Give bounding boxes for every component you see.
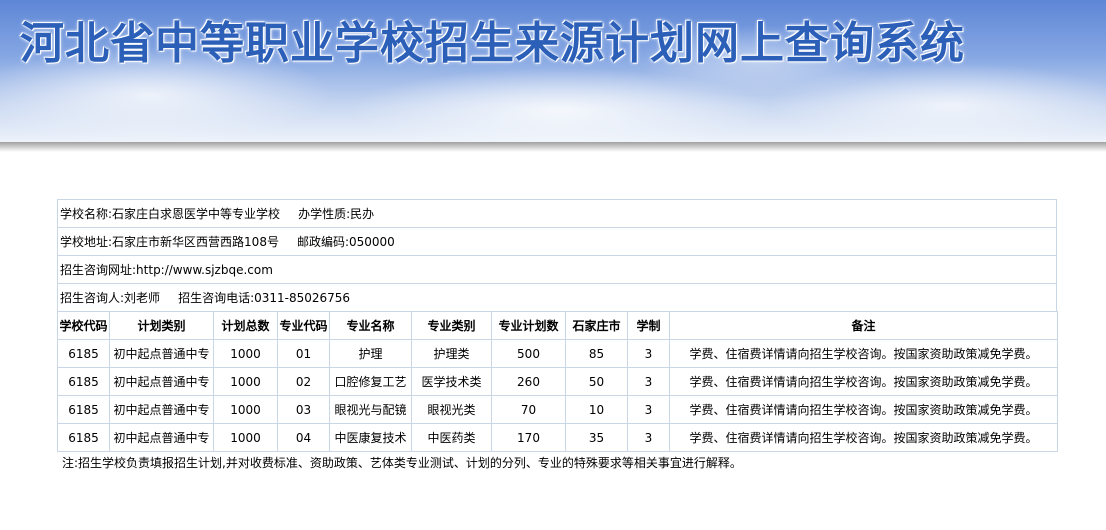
table-row: 6185 初中起点普通中专 1000 02 口腔修复工艺 医学技术类 260 5… [57,367,1058,396]
cell-school-code: 6185 [57,367,110,396]
nature-value: 民办 [350,207,375,221]
cell-plan-type: 初中起点普通中专 [109,339,214,368]
header-shijiazhuang: 石家庄市 [565,311,628,340]
contact-value: 刘老师 [124,291,161,305]
cell-plan-total: 1000 [213,395,278,424]
cell-major-code: 02 [277,367,330,396]
banner-shadow [0,142,1106,152]
address-value: 石家庄市新华区西营西路108号 [112,235,279,249]
header-school-code: 学校代码 [57,311,110,340]
header-major-category: 专业类别 [411,311,492,340]
school-name-value: 石家庄白求恩医学中等专业学校 [112,207,281,221]
info-row-name: 学校名称:石家庄白求恩医学中等专业学校 办学性质:民办 [57,199,1057,228]
site-title: 河北省中等职业学校招生来源计划网上查询系统 [20,18,965,69]
contact-label: 招生咨询人: [60,291,125,305]
cell-major-category: 医学技术类 [411,367,492,396]
header-plan-type: 计划类别 [109,311,214,340]
cell-major-category: 眼视光类 [411,395,492,424]
address-label: 学校地址: [60,235,113,249]
cell-plan-type: 初中起点普通中专 [109,423,214,452]
cell-major-name: 护理 [329,339,412,368]
cell-major-plan-count: 170 [491,423,566,452]
cell-shijiazhuang: 10 [565,395,628,424]
info-row-address: 学校地址:石家庄市新华区西营西路108号 邮政编码:050000 [57,227,1057,256]
nature-label: 办学性质: [298,207,351,221]
cell-duration: 3 [627,423,670,452]
table-row: 6185 初中起点普通中专 1000 04 中医康复技术 中医药类 170 35… [57,423,1058,452]
cell-major-name: 中医康复技术 [329,423,412,452]
cell-major-name: 口腔修复工艺 [329,367,412,396]
phone-label: 招生咨询电话: [178,291,255,305]
info-row-contact: 招生咨询人:刘老师 招生咨询电话:0311-85026756 [57,283,1057,312]
postcode-value: 050000 [349,235,395,249]
info-row-website: 招生咨询网址:http://www.sjzbqe.com [57,255,1057,284]
cell-school-code: 6185 [57,423,110,452]
cell-duration: 3 [627,367,670,396]
cell-duration: 3 [627,339,670,368]
cell-major-name: 眼视光与配镜 [329,395,412,424]
cell-major-code: 01 [277,339,330,368]
website-link[interactable]: http://www.sjzbqe.com [136,263,273,277]
header-major-code: 专业代码 [277,311,330,340]
header-plan-total: 计划总数 [213,311,278,340]
cell-plan-total: 1000 [213,339,278,368]
cell-remarks: 学费、住宿费详情请向招生学校咨询。按国家资助政策减免学费。 [669,395,1058,424]
cell-remarks: 学费、住宿费详情请向招生学校咨询。按国家资助政策减免学费。 [669,367,1058,396]
cell-school-code: 6185 [57,339,110,368]
header-duration: 学制 [627,311,670,340]
cell-major-plan-count: 70 [491,395,566,424]
cell-major-plan-count: 260 [491,367,566,396]
cell-duration: 3 [627,395,670,424]
cell-plan-total: 1000 [213,367,278,396]
cell-major-code: 04 [277,423,330,452]
footnote: 注:招生学校负责填报招生计划,并对收费标准、资助政策、艺体类专业测试、计划的分列… [62,456,742,470]
header-remarks: 备注 [669,311,1058,340]
cell-school-code: 6185 [57,395,110,424]
cell-major-code: 03 [277,395,330,424]
table-header-row: 学校代码 计划类别 计划总数 专业代码 专业名称 专业类别 专业计划数 石家庄市… [57,311,1058,340]
cell-major-category: 护理类 [411,339,492,368]
school-name-label: 学校名称: [60,207,113,221]
school-info-table: 学校名称:石家庄白求恩医学中等专业学校 办学性质:民办 学校地址:石家庄市新华区西… [57,199,1057,312]
header-major-plan-count: 专业计划数 [491,311,566,340]
cell-major-plan-count: 500 [491,339,566,368]
cell-remarks: 学费、住宿费详情请向招生学校咨询。按国家资助政策减免学费。 [669,339,1058,368]
header-banner: 河北省中等职业学校招生来源计划网上查询系统 [0,0,1106,142]
plan-table: 学校代码 计划类别 计划总数 专业代码 专业名称 专业类别 专业计划数 石家庄市… [57,311,1058,452]
cell-shijiazhuang: 35 [565,423,628,452]
cell-plan-total: 1000 [213,423,278,452]
cell-shijiazhuang: 50 [565,367,628,396]
header-major-name: 专业名称 [329,311,412,340]
table-row: 6185 初中起点普通中专 1000 01 护理 护理类 500 85 3 学费… [57,339,1058,368]
cell-plan-type: 初中起点普通中专 [109,367,214,396]
cell-shijiazhuang: 85 [565,339,628,368]
postcode-label: 邮政编码: [296,235,349,249]
cell-plan-type: 初中起点普通中专 [109,395,214,424]
cell-remarks: 学费、住宿费详情请向招生学校咨询。按国家资助政策减免学费。 [669,423,1058,452]
table-row: 6185 初中起点普通中专 1000 03 眼视光与配镜 眼视光类 70 10 … [57,395,1058,424]
website-label: 招生咨询网址: [60,263,137,277]
phone-value: 0311-85026756 [254,291,351,305]
cell-major-category: 中医药类 [411,423,492,452]
